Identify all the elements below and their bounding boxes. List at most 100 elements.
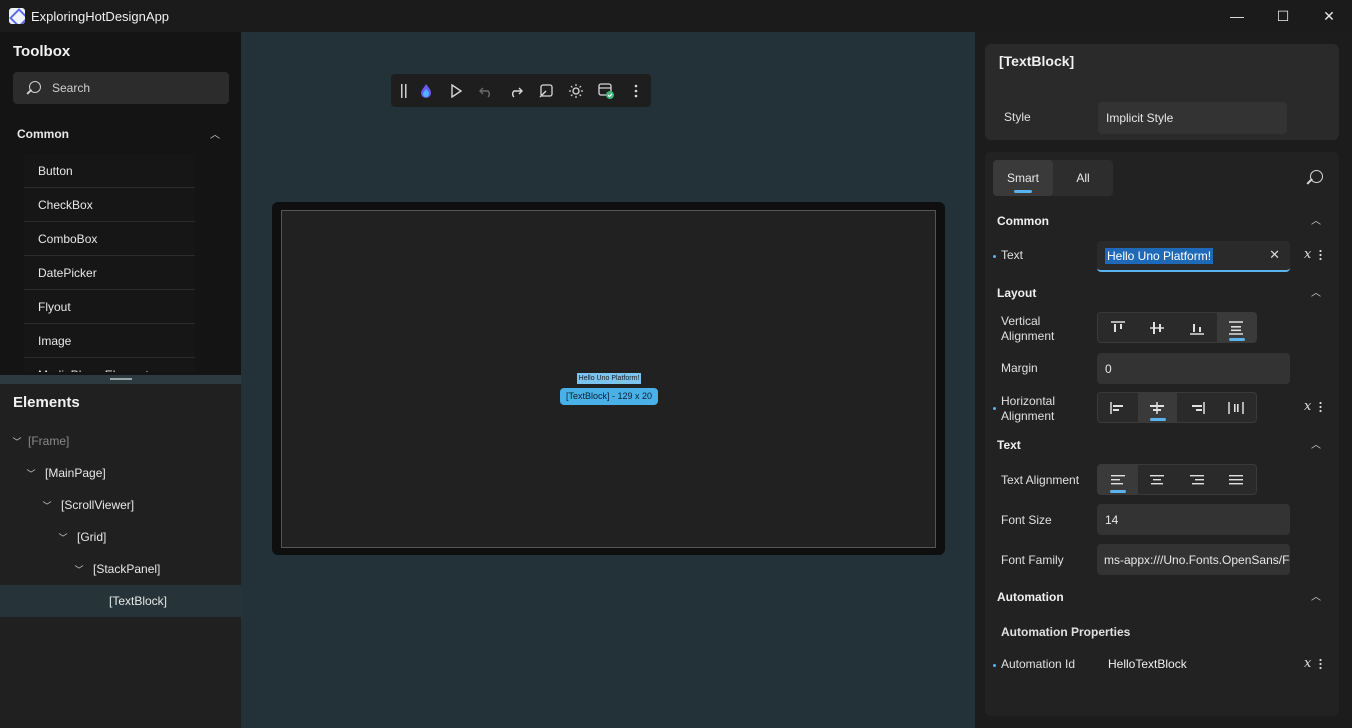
- undo-icon[interactable]: [471, 76, 501, 106]
- toolbox-section-common[interactable]: Common: [17, 127, 69, 141]
- margin-field[interactable]: 0: [1097, 353, 1290, 384]
- chevron-down-icon[interactable]: ﹀: [10, 435, 24, 448]
- text-align-right-icon[interactable]: [1177, 465, 1217, 494]
- font-size-field[interactable]: 14: [1097, 504, 1290, 535]
- style-field[interactable]: Implicit Style: [1098, 102, 1287, 134]
- tree-item-stackpanel[interactable]: ﹀ [StackPanel]: [0, 553, 241, 585]
- element-header-card: [TextBlock] Style Implicit Style: [985, 44, 1339, 140]
- splitter-grip-icon: [110, 378, 132, 380]
- toolbox-item-checkbox[interactable]: CheckBox: [24, 188, 195, 222]
- properties-panel: [TextBlock] Style Implicit Style Smart A…: [975, 32, 1352, 728]
- binding-icon[interactable]: 𝑥: [1304, 399, 1311, 414]
- chevron-down-icon[interactable]: ﹀: [24, 467, 38, 480]
- chevron-down-icon[interactable]: ﹀: [72, 563, 86, 576]
- search-icon[interactable]: [1307, 170, 1323, 186]
- tree-item-scrollviewer[interactable]: ﹀ [ScrollViewer]: [0, 489, 241, 521]
- chevron-up-icon[interactable]: ︿: [1311, 212, 1321, 227]
- text-align-justify-icon[interactable]: [1217, 465, 1257, 494]
- align-top-icon[interactable]: [1098, 313, 1138, 342]
- search-icon: [27, 81, 41, 95]
- studio-status-icon[interactable]: [591, 76, 621, 106]
- design-canvas[interactable]: Hello Uno Platform! [TextBlock] - 129 x …: [241, 32, 975, 728]
- chevron-up-icon[interactable]: ︿: [1311, 436, 1321, 451]
- vertical-alignment-selector: [1097, 312, 1257, 343]
- chevron-down-icon[interactable]: ﹀: [40, 499, 54, 512]
- preview-textblock[interactable]: Hello Uno Platform!: [577, 373, 641, 384]
- toolbox-search-input[interactable]: Search: [13, 72, 229, 104]
- minimize-button[interactable]: —: [1214, 0, 1260, 32]
- font-family-field[interactable]: ms-appx:///Uno.Fonts.OpenSans/Fo: [1097, 544, 1290, 575]
- element-picker-icon[interactable]: [531, 76, 561, 106]
- toolbox-title: Toolbox: [13, 43, 71, 60]
- automation-id-field[interactable]: HelloTextBlock: [1108, 657, 1187, 672]
- panel-splitter[interactable]: [0, 375, 241, 384]
- toolbox-item-datepicker[interactable]: DatePicker: [24, 256, 195, 290]
- chevron-up-icon[interactable]: ︿: [1311, 588, 1321, 603]
- title-bar: ExploringHotDesignApp — ☐ ✕: [0, 0, 1352, 32]
- hot-design-flame-icon[interactable]: [411, 76, 441, 106]
- tree-item-label: [Grid]: [77, 530, 107, 544]
- more-icon[interactable]: [1319, 401, 1322, 413]
- tab-smart[interactable]: Smart: [993, 160, 1053, 196]
- app-preview-surface[interactable]: Hello Uno Platform! [TextBlock] - 129 x …: [281, 210, 936, 548]
- text-field[interactable]: Hello Uno Platform! ✕: [1097, 241, 1290, 272]
- tree-item-grid[interactable]: ﹀ [Grid]: [0, 521, 241, 553]
- play-icon[interactable]: [441, 76, 471, 106]
- group-layout[interactable]: Layout: [997, 286, 1036, 300]
- horizontal-alignment-label: Horizontal Alignment: [1001, 394, 1056, 423]
- tree-item-label: [TextBlock]: [109, 594, 168, 608]
- elements-title: Elements: [13, 394, 80, 411]
- modified-indicator-icon: [993, 664, 996, 667]
- device-frame: Hello Uno Platform! [TextBlock] - 129 x …: [272, 202, 945, 555]
- toolbox-item-image[interactable]: Image: [24, 324, 195, 358]
- app-icon: [9, 8, 25, 24]
- toolbox-item-mediaplayerelement[interactable]: MediaPlayerElement: [24, 358, 195, 372]
- tree-item-label: [MainPage]: [45, 466, 106, 480]
- selection-size-tag: [TextBlock] - 129 x 20: [560, 388, 658, 405]
- clear-icon[interactable]: ✕: [1269, 247, 1280, 263]
- close-button[interactable]: ✕: [1306, 0, 1352, 32]
- text-align-left-icon[interactable]: [1098, 465, 1138, 494]
- tree-item-label: [Frame]: [28, 434, 70, 448]
- grip-icon[interactable]: [397, 76, 411, 106]
- align-center-horizontal-icon[interactable]: [1137, 393, 1177, 422]
- align-stretch-vertical-icon[interactable]: [1216, 313, 1256, 342]
- chevron-down-icon[interactable]: ﹀: [56, 531, 70, 544]
- toolbox-item-button[interactable]: Button: [24, 154, 195, 188]
- align-left-icon[interactable]: [1098, 393, 1138, 422]
- horizontal-alignment-selector: [1097, 392, 1257, 423]
- maximize-button[interactable]: ☐: [1260, 0, 1306, 32]
- group-automation[interactable]: Automation: [997, 590, 1064, 604]
- tab-all[interactable]: All: [1053, 160, 1113, 196]
- binding-icon[interactable]: 𝑥: [1304, 247, 1311, 262]
- modified-indicator-icon: [993, 407, 996, 410]
- properties-tabs: Smart All: [993, 160, 1113, 196]
- more-icon[interactable]: [1319, 658, 1322, 670]
- chevron-up-icon[interactable]: ︿: [210, 126, 220, 141]
- theme-toggle-icon[interactable]: [561, 76, 591, 106]
- align-center-vertical-icon[interactable]: [1138, 313, 1178, 342]
- group-text[interactable]: Text: [997, 438, 1021, 452]
- tree-item-mainpage[interactable]: ﹀ [MainPage]: [0, 457, 241, 489]
- style-label: Style: [1004, 110, 1031, 124]
- group-common[interactable]: Common: [997, 214, 1049, 228]
- tree-item-textblock[interactable]: [TextBlock]: [0, 585, 241, 617]
- redo-icon[interactable]: [501, 76, 531, 106]
- toolbox-item-flyout[interactable]: Flyout: [24, 290, 195, 324]
- font-family-label: Font Family: [1001, 553, 1064, 567]
- tree-item-frame[interactable]: ﹀ [Frame]: [0, 425, 241, 457]
- align-stretch-horizontal-icon[interactable]: [1217, 393, 1257, 422]
- search-placeholder: Search: [52, 81, 91, 95]
- chevron-up-icon[interactable]: ︿: [1311, 284, 1321, 299]
- toolbox-list: Button CheckBox ComboBox DatePicker Flyo…: [24, 154, 195, 372]
- vertical-alignment-label: Vertical Alignment: [1001, 314, 1055, 343]
- window-title: ExploringHotDesignApp: [31, 8, 170, 24]
- text-align-center-icon[interactable]: [1138, 465, 1178, 494]
- more-icon[interactable]: [621, 76, 651, 106]
- more-icon[interactable]: [1319, 249, 1322, 261]
- binding-icon[interactable]: 𝑥: [1304, 656, 1311, 671]
- toolbox-item-combobox[interactable]: ComboBox: [24, 222, 195, 256]
- automation-properties-label: Automation Properties: [1001, 625, 1131, 639]
- align-right-icon[interactable]: [1177, 393, 1217, 422]
- align-bottom-icon[interactable]: [1177, 313, 1217, 342]
